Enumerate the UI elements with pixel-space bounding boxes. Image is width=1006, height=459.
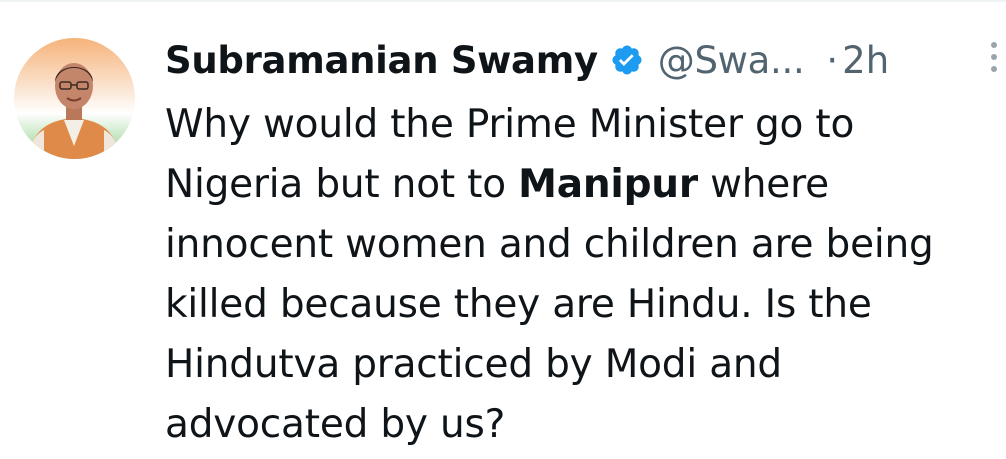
tweet-body-text: where — [697, 162, 829, 207]
tweet-body-bold-text: Manipur — [518, 162, 698, 207]
tweet-body: Why would the Prime Minister go to Niger… — [165, 95, 995, 455]
tweet-body-text: Nigeria but not to — [165, 162, 519, 207]
more-options-icon[interactable] — [986, 42, 1002, 82]
author-display-name[interactable]: Subramanian Swamy — [165, 39, 598, 82]
timestamp[interactable]: 2h — [842, 39, 889, 82]
author-handle[interactable]: @Swa... — [658, 39, 805, 82]
tweet-body-line: innocent women and children are being — [165, 222, 934, 267]
tweet-body-line: Hindutva practiced by Modi and — [165, 342, 782, 387]
tweet-body-line: Nigeria but not to Manipur where — [165, 155, 995, 215]
tweet-body-line: advocated by us? — [165, 402, 506, 447]
separator-dot: · — [826, 38, 839, 82]
tweet-card[interactable]: Subramanian Swamy @Swa... · 2h Why would… — [0, 0, 1006, 459]
avatar[interactable] — [14, 38, 135, 159]
tweet-header: Subramanian Swamy @Swa... · 2h — [165, 32, 889, 88]
tweet-body-line: Why would the Prime Minister go to — [165, 102, 855, 147]
tweet-body-line: killed because they are Hindu. Is the — [165, 282, 872, 327]
profile-photo — [14, 38, 135, 159]
verified-badge-icon[interactable] — [610, 43, 644, 77]
